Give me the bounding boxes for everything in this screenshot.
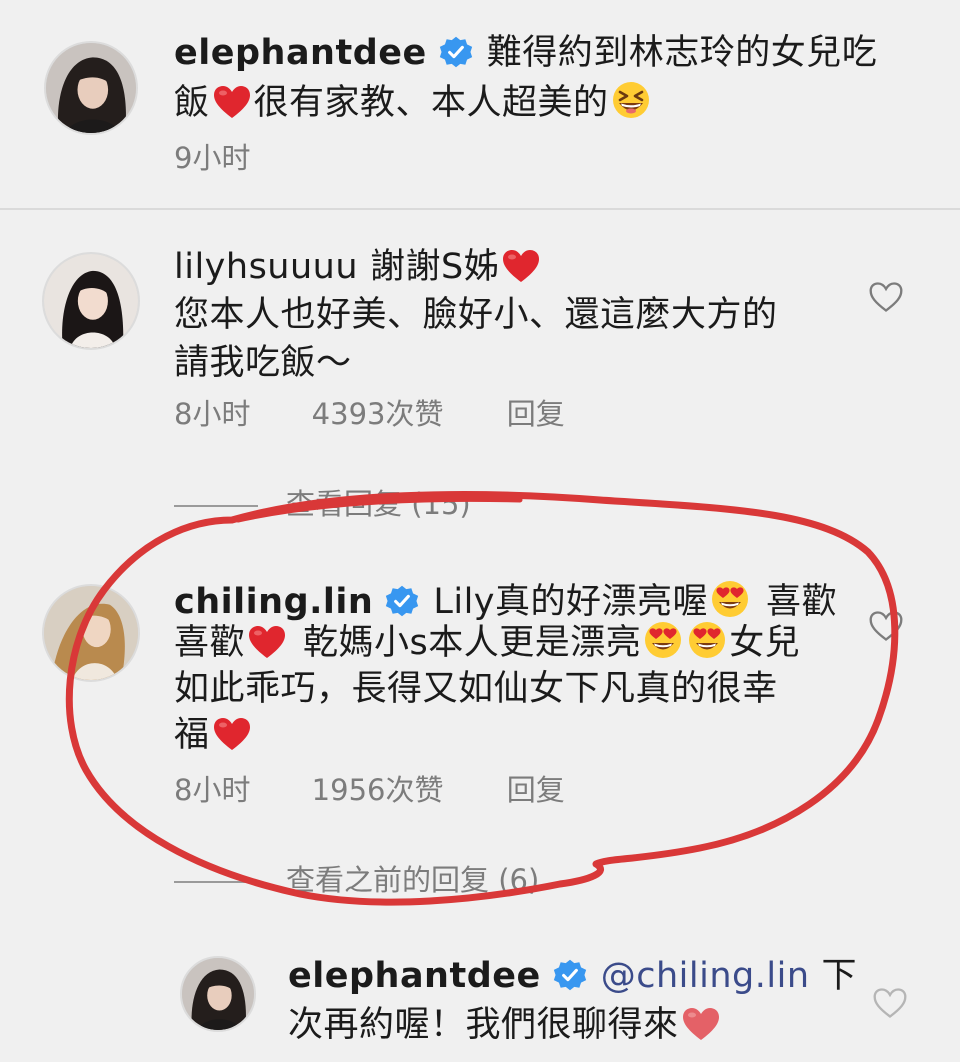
timestamp: 8小时 — [174, 397, 251, 431]
view-replies-label: 查看回复 (15) — [286, 487, 471, 521]
comment-text-line-3: 請我吃飯～ — [174, 338, 352, 388]
heart-emoji — [501, 248, 541, 284]
comment-text-line-4: 福 — [174, 710, 254, 760]
comment-line: 次再約喔！我們很聊得來 — [288, 1005, 679, 1045]
comment-line: Lily真的好漂亮喔 — [433, 582, 709, 622]
username[interactable]: elephantdee — [174, 33, 427, 73]
username[interactable]: elephantdee — [288, 956, 541, 996]
grinning-squinting-emoji — [611, 80, 651, 120]
avatar-image — [44, 254, 138, 348]
comment-line: 乾媽小s本人更是漂亮 — [303, 623, 642, 663]
comment-text-line-2: 您本人也好美、臉好小、還這麼大方的 — [174, 290, 778, 340]
verified-badge-icon — [553, 958, 587, 992]
like-count[interactable]: 1956次赞 — [312, 770, 444, 810]
comment-text-line-2: 次再約喔！我們很聊得來 — [288, 1000, 723, 1050]
comment-text: elephantdee 難得約到林志玲的女兒吃 — [174, 28, 877, 78]
heart-eyes-emoji — [687, 620, 727, 660]
comment-meta: 8小时 4393次赞 回复 — [174, 394, 565, 434]
comment-line: 下 — [821, 956, 858, 996]
avatar-image — [44, 586, 138, 680]
comment-line: 您本人也好美、臉好小、還這麼大方的 — [174, 295, 778, 335]
comment-line: 如此乖巧，長得又如仙女下凡真的很幸 — [174, 669, 778, 709]
heart-emoji — [681, 1006, 721, 1042]
comment-line: 飯 — [174, 83, 210, 123]
verified-badge-icon — [385, 584, 419, 618]
view-replies-button[interactable]: 查看回复 (15) — [174, 484, 471, 524]
like-heart-outline-icon[interactable] — [868, 609, 904, 643]
heart-eyes-emoji — [643, 620, 683, 660]
avatar-image — [182, 958, 254, 1030]
reply-button[interactable]: 回复 — [507, 394, 565, 434]
comment-line: 喜歡 — [766, 582, 838, 622]
view-replies-line — [174, 505, 258, 507]
divider — [0, 208, 960, 210]
comment-meta: 9小时 — [174, 138, 250, 178]
avatar[interactable] — [44, 41, 138, 135]
comment-line: 很有家教、本人超美的 — [253, 83, 609, 123]
comment-meta: 8小时 1956次赞 回复 — [174, 770, 565, 810]
heart-emoji — [212, 716, 252, 752]
view-replies-label: 查看之前的回复 (6) — [286, 863, 540, 897]
view-previous-replies-button[interactable]: 查看之前的回复 (6) — [174, 860, 539, 900]
avatar-image — [46, 43, 136, 133]
comment-text: elephantdee @chiling.lin 下 — [288, 951, 857, 1001]
comment-line: 謝謝S姊 — [370, 247, 500, 287]
reply-button[interactable]: 回复 — [507, 770, 565, 810]
comment-line: 喜歡 — [174, 623, 246, 663]
timestamp: 9小时 — [174, 141, 251, 175]
comment-line: 難得約到林志玲的女兒吃 — [486, 33, 878, 73]
like-heart-outline-icon[interactable] — [868, 280, 904, 314]
comment-text: lilyhsuuuu 謝謝S姊 — [174, 242, 543, 292]
comment-line: 福 — [174, 715, 210, 755]
heart-eyes-emoji — [710, 579, 750, 619]
heart-emoji — [247, 624, 287, 660]
comment-text-line-2: 飯 很有家教、本人超美的 — [174, 78, 653, 128]
comment-line: 女兒 — [729, 623, 801, 663]
avatar[interactable] — [180, 956, 256, 1032]
like-heart-outline-icon[interactable] — [872, 986, 908, 1020]
avatar[interactable] — [42, 252, 140, 350]
username[interactable]: lilyhsuuuu — [174, 247, 358, 287]
comment-text-line-3: 如此乖巧，長得又如仙女下凡真的很幸 — [174, 664, 778, 714]
username[interactable]: chiling.lin — [174, 582, 373, 622]
comment-line: 請我吃飯～ — [174, 343, 352, 383]
mention-link[interactable]: @chiling.lin — [601, 956, 810, 996]
verified-badge-icon — [439, 35, 473, 69]
view-replies-line — [174, 881, 258, 883]
comment-text-line-2: 喜歡 乾媽小s本人更是漂亮 女兒 — [174, 618, 800, 668]
timestamp: 8小时 — [174, 773, 251, 807]
like-count[interactable]: 4393次赞 — [312, 394, 444, 434]
heart-emoji — [212, 84, 252, 120]
red-circle-annotation — [65, 491, 899, 906]
avatar[interactable] — [42, 584, 140, 682]
